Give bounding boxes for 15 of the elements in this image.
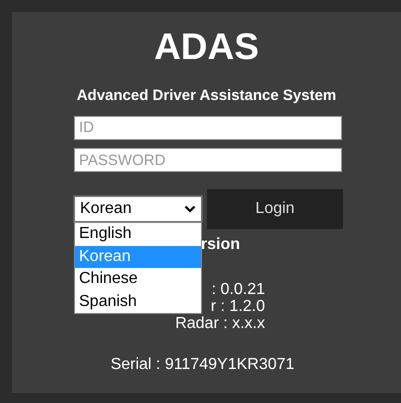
app-title: ADAS	[153, 25, 260, 65]
version-line: Radar : x.x.x	[174, 314, 265, 332]
dropdown-option[interactable]: Chinese	[75, 268, 201, 290]
language-select[interactable]: Korean	[74, 196, 202, 222]
serial-number: Serial : 911749Y1KR3071	[110, 354, 296, 374]
login-button[interactable]: Login	[207, 188, 343, 228]
version-heading: rsion	[200, 234, 240, 254]
version-line: : 0.0.21	[210, 280, 265, 298]
dropdown-option[interactable]: Spanish	[75, 290, 201, 313]
version-line: r : 1.2.0	[210, 298, 265, 314]
app-subtitle: Advanced Driver Assistance System	[76, 86, 338, 106]
input-field[interactable]: PASSWORD	[74, 148, 342, 172]
chevron-down-icon	[184, 204, 196, 212]
dropdown-option[interactable]: English	[75, 223, 201, 246]
input-field[interactable]: ID	[74, 116, 342, 140]
